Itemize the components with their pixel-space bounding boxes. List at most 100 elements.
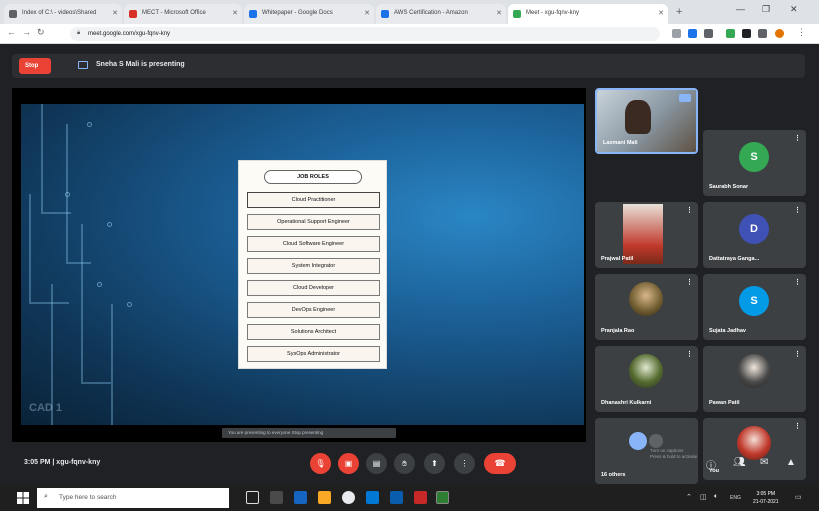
participant-name: Sujata Jadhav <box>709 328 746 334</box>
windows-taskbar: ⌕ Type here to search ⌃ ◫ 🔈︎ ENG 3:05 PM… <box>0 485 819 511</box>
profile-avatar[interactable] <box>775 29 784 38</box>
close-tab-icon[interactable]: ✕ <box>364 9 370 17</box>
meet-favicon-icon <box>513 10 521 18</box>
more-options-icon[interactable]: ⋮ <box>794 278 801 286</box>
participant-tile[interactable]: ⋮ D Dattatraya Ganga... <box>703 202 806 268</box>
clock-time: 3:05 PM <box>756 491 776 497</box>
task-view-icon[interactable] <box>246 491 259 504</box>
tab-title: MECT - Microsoft Office <box>142 10 206 16</box>
windows-start-icon[interactable] <box>17 492 29 504</box>
participant-tile[interactable]: ⋮ Pawan Patil <box>703 346 806 412</box>
chrome-icon[interactable] <box>342 491 355 504</box>
minimize-icon[interactable]: — <box>736 4 745 14</box>
extension-icon[interactable] <box>742 29 751 38</box>
circuit-dot <box>127 302 132 307</box>
browser-tab[interactable]: Whitepaper - Google Docs ✕ <box>244 4 374 24</box>
close-tab-icon[interactable]: ✕ <box>112 9 118 17</box>
participant-tile[interactable]: Laxmani Mali <box>595 88 698 154</box>
participant-photo <box>737 426 771 460</box>
extension-icon[interactable] <box>672 29 681 38</box>
tab-title: Whitepaper - Google Docs <box>262 10 333 16</box>
reload-icon[interactable]: ↻ <box>37 27 45 38</box>
close-window-icon[interactable]: ✕ <box>790 4 798 15</box>
close-tab-icon[interactable]: ✕ <box>658 9 664 17</box>
maximize-icon[interactable]: ❐ <box>762 4 770 15</box>
browser-toolbar: ← → ↻ 🔒︎ meet.google.com/xgu-fqnv-kny ⋮ <box>0 24 819 44</box>
participant-name: Laxmani Mali <box>603 140 638 146</box>
language-indicator[interactable]: ENG <box>730 495 741 501</box>
tab-favicon-icon <box>249 10 257 18</box>
present-now-icon[interactable]: ⬆ <box>424 453 445 474</box>
more-options-icon[interactable]: ⋮ <box>686 206 693 214</box>
notifications-icon[interactable]: ▭ <box>795 493 802 501</box>
meet-window: Stop Sneha S Mali is presenting JOB ROLE… <box>0 44 819 485</box>
participant-tile[interactable]: ⋮ S Sujata Jadhav <box>703 274 806 340</box>
role-item: Solutions Architect <box>247 324 380 340</box>
store-icon[interactable] <box>366 491 379 504</box>
people-icon[interactable]: 👥︎ <box>733 457 746 468</box>
taskbar-clock[interactable]: 3:05 PM 21-07-2021 <box>753 490 779 506</box>
mic-off-icon[interactable]: 🎙︎ <box>310 453 331 474</box>
volume-icon[interactable]: 🔈︎ <box>714 493 718 501</box>
more-options-icon[interactable]: ⋮ <box>794 350 801 358</box>
forward-icon[interactable]: → <box>22 27 31 37</box>
info-icon[interactable]: ⓘ <box>706 457 716 472</box>
extension-icon[interactable] <box>704 29 713 38</box>
chat-icon[interactable]: ✉︎ <box>760 457 768 468</box>
close-tab-icon[interactable]: ✕ <box>496 9 502 17</box>
job-roles-card: JOB ROLES Cloud Practitioner Operational… <box>238 160 387 369</box>
app-icon[interactable] <box>436 491 449 504</box>
participant-tile-self[interactable]: ⋮ You <box>703 418 806 480</box>
end-call-button[interactable]: ☎︎ <box>484 453 516 474</box>
extension-icon[interactable] <box>688 29 697 38</box>
edge-icon[interactable] <box>294 491 307 504</box>
activities-icon[interactable]: ▲ <box>786 457 796 468</box>
captions-icon[interactable]: ▤ <box>366 453 387 474</box>
camera-off-icon[interactable]: ▣ <box>338 453 359 474</box>
more-options-icon[interactable]: ⋮ <box>794 134 801 142</box>
role-item: Cloud Software Engineer <box>247 236 380 252</box>
more-options-icon[interactable]: ⋮ <box>794 422 801 430</box>
more-options-icon[interactable]: ⋮ <box>794 206 801 214</box>
shared-slide: JOB ROLES Cloud Practitioner Operational… <box>21 104 584 425</box>
browser-tab-active[interactable]: Meet - xgu-fqnv-kny ✕ <box>508 4 668 24</box>
participant-name: Pranjala Rao <box>601 328 635 334</box>
menu-dots-icon[interactable]: ⋮ <box>797 27 806 38</box>
avatar: S <box>739 142 769 172</box>
network-icon[interactable]: ◫ <box>700 493 707 501</box>
taskbar-search-input[interactable]: ⌕ Type here to search <box>37 488 229 508</box>
browser-tab[interactable]: MECT - Microsoft Office ✕ <box>124 4 242 24</box>
tray-chevron-icon[interactable]: ⌃ <box>686 493 692 501</box>
extension-icon[interactable] <box>726 29 735 38</box>
close-tab-icon[interactable]: ✕ <box>232 9 238 17</box>
presenting-notice-bar[interactable]: You are presenting to everyone Stop pres… <box>222 428 396 438</box>
more-options-icon[interactable]: ⋮ <box>686 350 693 358</box>
participant-tile[interactable]: ⋮ Pranjala Rao <box>595 274 698 340</box>
presenting-bar: Stop Sneha S Mali is presenting <box>12 54 805 78</box>
role-item: Cloud Practitioner <box>247 192 380 208</box>
app-icon[interactable] <box>414 491 427 504</box>
participant-tile[interactable]: ⋮ Dhanashri Kulkarni <box>595 346 698 412</box>
browser-tab[interactable]: AWS Certification - Amazon ✕ <box>376 4 506 24</box>
participant-tile[interactable]: ⋮ S Saurabh Sonar <box>703 130 806 196</box>
participant-photo <box>629 354 663 388</box>
back-icon[interactable]: ← <box>7 27 16 37</box>
file-explorer-icon[interactable] <box>318 491 331 504</box>
app-icon[interactable] <box>390 491 403 504</box>
participant-name: Saurabh Sonar <box>709 184 749 190</box>
new-tab-button[interactable]: + <box>676 6 682 18</box>
more-options-icon[interactable]: ⋮ <box>454 453 475 474</box>
participant-tile[interactable]: ⋮ Prajwal Patil <box>595 202 698 268</box>
tab-title: Meet - xgu-fqnv-kny <box>526 10 580 16</box>
search-placeholder: Type here to search <box>59 494 117 501</box>
browser-tab[interactable]: Index of C:\ - videos\Shared ✕ <box>4 4 122 24</box>
tab-favicon-icon <box>381 10 389 18</box>
address-bar[interactable]: 🔒︎ meet.google.com/xgu-fqnv-kny <box>70 27 660 41</box>
stop-presenting-button[interactable]: Stop <box>19 58 51 74</box>
app-icon[interactable] <box>270 491 283 504</box>
participant-name: Pawan Patil <box>709 400 740 406</box>
clock-date: 21-07-2021 <box>753 499 779 505</box>
raise-hand-icon[interactable]: ✋︎ <box>394 453 415 474</box>
puzzle-icon[interactable] <box>758 29 767 38</box>
more-options-icon[interactable]: ⋮ <box>686 278 693 286</box>
